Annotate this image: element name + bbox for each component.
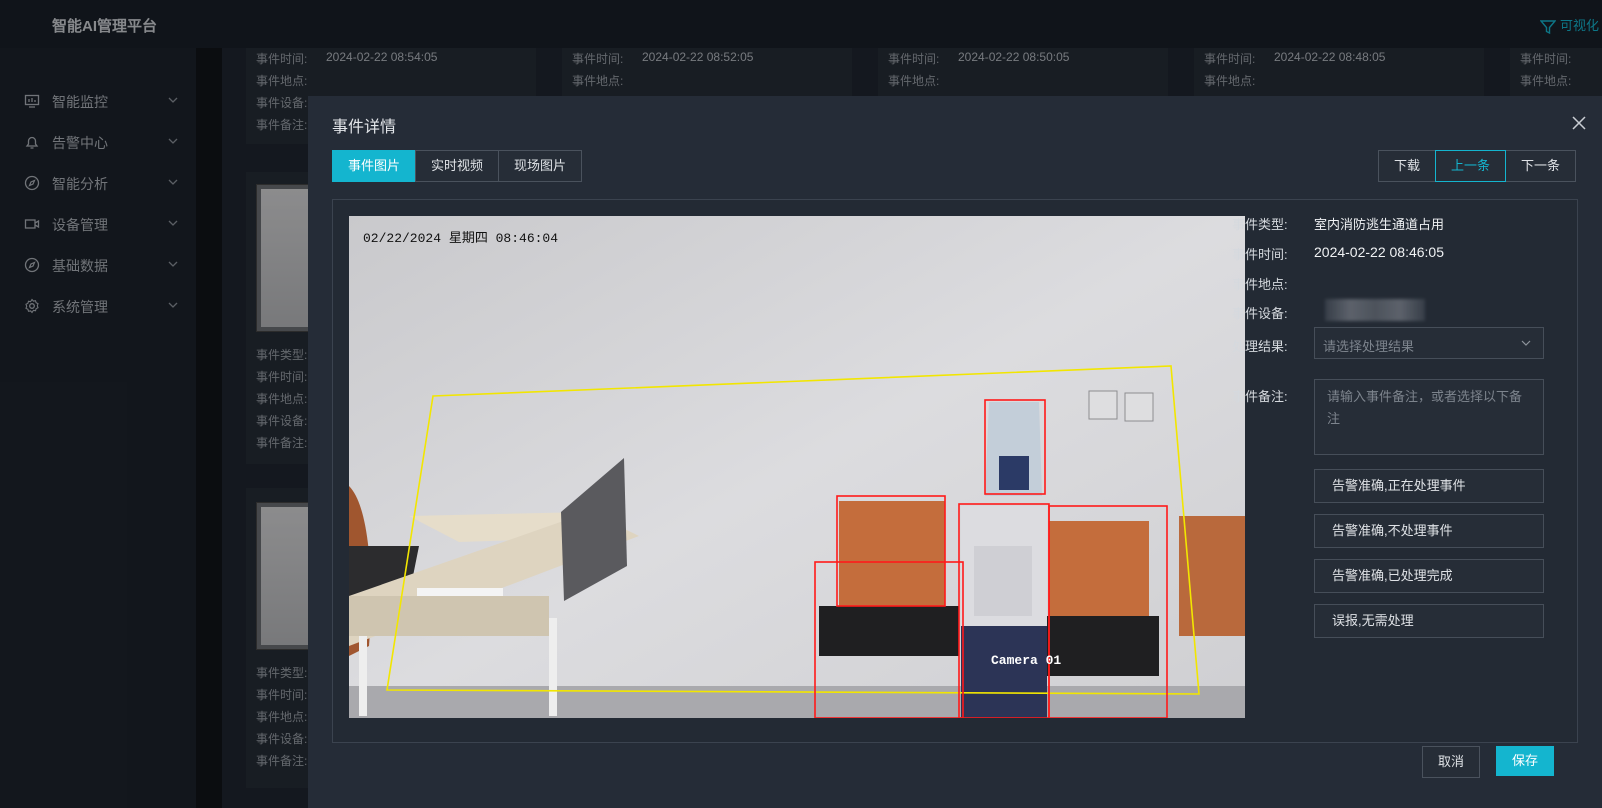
event-type-label: 事件类型: [1232, 217, 1288, 232]
event-time-value: 2024-02-22 08:46:05 [1314, 244, 1444, 260]
quick-note-label: 误报,无需处理 [1332, 613, 1414, 628]
event-location-label: 事件地点: [1232, 277, 1288, 292]
result-select[interactable]: 请选择处理结果 [1314, 327, 1544, 359]
result-label: 处理结果: [1232, 339, 1288, 354]
save-button[interactable]: 保存 [1496, 746, 1554, 776]
note-label: 事件备注: [1232, 389, 1288, 404]
prev-button[interactable]: 上一条 [1435, 150, 1507, 182]
note-placeholder: 请输入事件备注，或者选择以下备注 [1327, 389, 1523, 426]
photo-timestamp: 02/22/2024 星期四 08:46:04 [363, 231, 558, 246]
redacted-device-value [1325, 299, 1425, 321]
tab-scene-image[interactable]: 现场图片 [498, 150, 583, 182]
quick-note-option[interactable]: 告警准确,正在处理事件 [1314, 469, 1544, 503]
quick-note-label: 告警准确,不处理事件 [1332, 523, 1453, 538]
chevron-down-icon [1521, 340, 1531, 346]
event-detail-dialog: 事件详情 事件图片 实时视频 现场图片 下载 上一条 下一条 02/22/202… [308, 96, 1602, 808]
event-device-label: 事件设备: [1232, 306, 1288, 321]
dialog-title: 事件详情 [332, 119, 397, 136]
event-photo[interactable]: 02/22/2024 星期四 08:46:04 Camera 01 [349, 216, 1245, 718]
camera-label: Camera 01 [991, 653, 1061, 668]
quick-note-option[interactable]: 告警准确,已处理完成 [1314, 559, 1544, 593]
event-time-label: 事件时间: [1232, 247, 1288, 262]
record-nav: 下载 上一条 下一条 [1378, 150, 1577, 182]
close-icon[interactable] [1572, 116, 1586, 130]
cancel-button[interactable]: 取消 [1422, 746, 1480, 778]
result-placeholder: 请选择处理结果 [1323, 339, 1415, 354]
camera-snapshot: 02/22/2024 星期四 08:46:04 Camera 01 [349, 216, 1245, 718]
next-button[interactable]: 下一条 [1505, 150, 1577, 182]
dialog-tabs: 事件图片 实时视频 现场图片 [332, 150, 583, 182]
download-button[interactable]: 下载 [1378, 150, 1437, 182]
quick-note-option[interactable]: 告警准确,不处理事件 [1314, 514, 1544, 548]
tab-event-image[interactable]: 事件图片 [332, 150, 417, 182]
quick-note-label: 告警准确,已处理完成 [1332, 568, 1453, 583]
quick-note-option[interactable]: 误报,无需处理 [1314, 604, 1544, 638]
tab-live-video[interactable]: 实时视频 [415, 150, 500, 182]
event-type-value: 室内消防逃生通道占用 [1314, 217, 1445, 232]
note-textarea[interactable]: 请输入事件备注，或者选择以下备注 [1314, 379, 1544, 455]
quick-note-label: 告警准确,正在处理事件 [1332, 478, 1466, 493]
